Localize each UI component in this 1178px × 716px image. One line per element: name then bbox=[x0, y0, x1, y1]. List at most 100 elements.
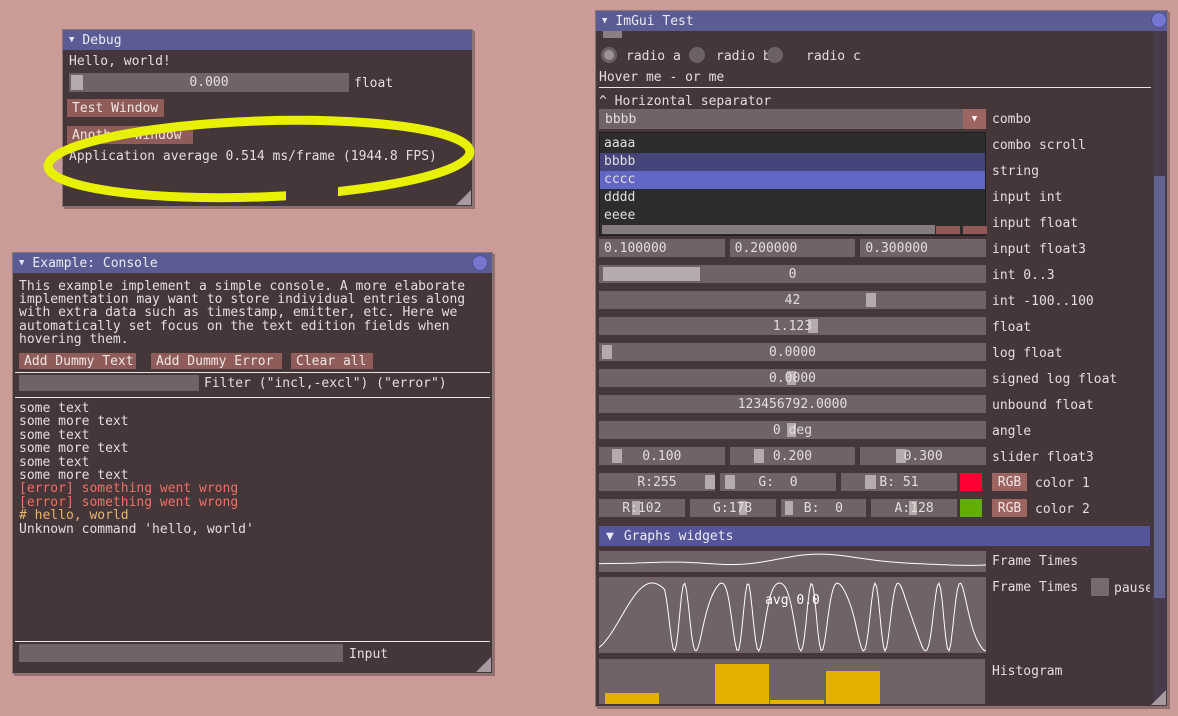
test-window-button[interactable]: Test Window bbox=[67, 99, 164, 117]
radio-label: radio b bbox=[716, 49, 771, 64]
color-component-field[interactable]: G: 0 bbox=[720, 473, 836, 491]
hover-me-text[interactable]: Hover me - or me bbox=[599, 70, 724, 85]
color-swatch[interactable] bbox=[960, 499, 982, 517]
graphs-widgets-header[interactable]: ▼ Graphs widgets bbox=[599, 526, 1150, 546]
debug-window-title: Debug bbox=[82, 33, 121, 48]
pause-checkbox-label: pause bbox=[1114, 581, 1150, 596]
console-titlebar[interactable]: ▼ Example: Console bbox=[13, 253, 492, 273]
row-label: combo scroll bbox=[992, 138, 1086, 153]
float-slider-label: float bbox=[354, 76, 393, 91]
console-log-line: some text bbox=[19, 429, 254, 442]
console-log-line: some text bbox=[19, 402, 254, 415]
color-component-field[interactable]: A:128 bbox=[871, 499, 957, 517]
chevron-down-icon: ▼ bbox=[972, 114, 977, 124]
row-label: int 0..3 bbox=[992, 268, 1055, 283]
console-log[interactable]: some textsome more textsome textsome mor… bbox=[19, 402, 254, 536]
another-window-button[interactable]: Another Window bbox=[67, 126, 193, 144]
slider-int-100-100[interactable]: 42 bbox=[599, 291, 986, 309]
color-component-field[interactable]: B: 51 bbox=[841, 473, 957, 491]
filter-input[interactable] bbox=[19, 375, 199, 391]
field-value: 1.123 bbox=[599, 319, 986, 334]
input-float3-field[interactable]: 0.300000 bbox=[860, 239, 986, 257]
vertical-scrollbar-grab[interactable] bbox=[1154, 176, 1165, 598]
popup-hscrollbar[interactable] bbox=[602, 225, 935, 234]
test-titlebar[interactable]: ▼ ImGui Test bbox=[596, 11, 1167, 31]
color-component-field[interactable]: B: 0 bbox=[781, 499, 867, 517]
combo-popup-item[interactable]: aaaa bbox=[600, 135, 985, 153]
field-value: 0 bbox=[599, 267, 986, 282]
command-input[interactable] bbox=[19, 644, 343, 662]
color-swatch[interactable] bbox=[960, 473, 982, 491]
slider-signed-log-float[interactable]: 0.0000 bbox=[599, 369, 986, 387]
frame-times2-label: Frame Times bbox=[992, 580, 1078, 595]
graphs-header-title: Graphs widgets bbox=[624, 529, 734, 544]
color-component-field[interactable]: R:255 bbox=[599, 473, 715, 491]
color-component-field[interactable]: R:102 bbox=[599, 499, 685, 517]
slider-float3-field[interactable]: 0.300 bbox=[860, 447, 986, 465]
histogram-label: Histogram bbox=[992, 664, 1062, 679]
combo-popup: aaaabbbbccccddddeeee bbox=[599, 132, 986, 236]
combo-box[interactable]: bbbb ▼ bbox=[599, 109, 986, 129]
histogram-bar bbox=[605, 693, 659, 704]
field-value: G:178 bbox=[690, 501, 776, 516]
rgb-mode-button[interactable]: RGB bbox=[992, 473, 1027, 491]
console-button-add-dummy-text[interactable]: Add Dummy Text bbox=[19, 353, 136, 369]
field-value: 0.0000 bbox=[599, 345, 986, 360]
filter-label: Filter ("incl,-excl") ("error") bbox=[204, 376, 447, 391]
resize-grip[interactable] bbox=[456, 190, 471, 205]
collapse-arrow-icon[interactable]: ▼ bbox=[69, 35, 74, 45]
debug-titlebar[interactable]: ▼ Debug bbox=[63, 30, 472, 50]
console-button-add-dummy-error[interactable]: Add Dummy Error bbox=[151, 353, 282, 369]
float-slider-value: 0.000 bbox=[69, 75, 349, 90]
combo-popup-item[interactable]: cccc bbox=[600, 171, 985, 189]
input-float3-field[interactable]: 0.200000 bbox=[730, 239, 856, 257]
color-component-field[interactable]: G:178 bbox=[690, 499, 776, 517]
histogram-bar bbox=[770, 700, 824, 704]
float-slider[interactable]: 0.000 bbox=[69, 73, 349, 92]
rgb-mode-button[interactable]: RGB bbox=[992, 499, 1027, 517]
combo-popup-item[interactable]: dddd bbox=[600, 189, 985, 207]
console-button-clear-all[interactable]: Clear all bbox=[291, 353, 373, 369]
row-label: string bbox=[992, 164, 1039, 179]
field-value: 0.100 bbox=[599, 449, 725, 464]
slider-float[interactable]: 1.123 bbox=[599, 317, 986, 335]
input-float3-field[interactable]: 0.100000 bbox=[599, 239, 725, 257]
collapse-arrow-icon[interactable]: ▼ bbox=[602, 16, 607, 26]
popup-scroll-button[interactable] bbox=[963, 226, 987, 234]
slider-float3-field[interactable]: 0.100 bbox=[599, 447, 725, 465]
field-value: 42 bbox=[599, 293, 986, 308]
resize-grip[interactable] bbox=[1151, 690, 1166, 705]
console-log-line: some more text bbox=[19, 442, 254, 455]
resize-grip[interactable] bbox=[476, 657, 491, 672]
slider-float3-field[interactable]: 0.200 bbox=[730, 447, 856, 465]
slider-int-0-3[interactable]: 0 bbox=[599, 265, 986, 283]
hello-world-text: Hello, world! bbox=[69, 54, 171, 69]
frame-times-plot2: avg 0.0 bbox=[599, 577, 986, 653]
popup-scroll-button[interactable] bbox=[936, 226, 960, 234]
radio-radio-a[interactable] bbox=[601, 47, 617, 63]
close-button[interactable] bbox=[472, 255, 488, 271]
radio-radio-c[interactable] bbox=[767, 47, 783, 63]
field-value: 0 deg bbox=[599, 423, 986, 438]
field-value: 0.200 bbox=[730, 449, 856, 464]
collapse-arrow-icon[interactable]: ▼ bbox=[19, 258, 24, 268]
console-log-line: some more text bbox=[19, 469, 254, 482]
field-value: G: 0 bbox=[720, 475, 836, 490]
combo-arrow-button[interactable]: ▼ bbox=[963, 109, 986, 129]
row-label: float bbox=[992, 320, 1031, 335]
slider-angle[interactable]: 0 deg bbox=[599, 421, 986, 439]
collapse-arrow-icon[interactable]: ▼ bbox=[606, 529, 614, 544]
radio-radio-b[interactable] bbox=[689, 47, 705, 63]
slider-log-float[interactable]: 0.0000 bbox=[599, 343, 986, 361]
combo-popup-item[interactable]: eeee bbox=[600, 207, 985, 225]
field-value: B: 51 bbox=[841, 475, 957, 490]
close-button[interactable] bbox=[1151, 12, 1167, 28]
combo-popup-item[interactable]: bbbb bbox=[600, 153, 985, 171]
drag-unbound-float[interactable]: 123456792.0000 bbox=[599, 395, 986, 413]
row-label: angle bbox=[992, 424, 1031, 439]
console-window: ▼ Example: Console This example implemen… bbox=[12, 252, 493, 674]
pause-checkbox[interactable] bbox=[1091, 578, 1109, 596]
row-label: color 1 bbox=[1035, 476, 1090, 491]
field-value: R:255 bbox=[599, 475, 715, 490]
fps-stats-text: Application average 0.514 ms/frame (1944… bbox=[69, 149, 437, 164]
